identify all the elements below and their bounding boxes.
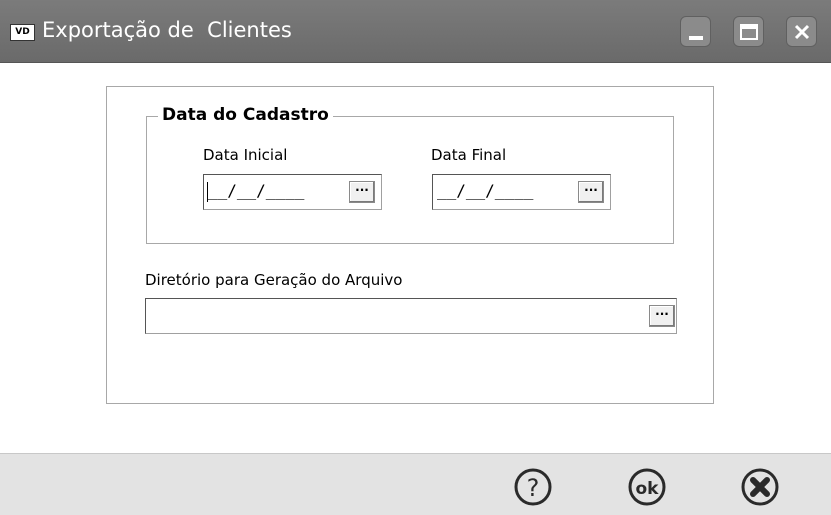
start-date-picker-button[interactable]: ···: [349, 181, 375, 203]
close-circle-icon: [741, 468, 779, 506]
app-icon: VD: [10, 24, 35, 41]
ok-icon: ok: [628, 468, 666, 506]
directory-picker-button[interactable]: ···: [649, 305, 675, 327]
close-window-button[interactable]: [786, 16, 817, 47]
minimize-icon: [689, 36, 703, 40]
close-icon: [794, 24, 810, 40]
directory-label: Diretório para Geração do Arquivo: [145, 271, 403, 289]
end-date-label: Data Final: [431, 146, 507, 164]
help-button[interactable]: ?: [513, 467, 553, 507]
maximize-icon: [740, 24, 758, 40]
cancel-button[interactable]: [740, 467, 780, 507]
start-date-value: __/__/____: [208, 181, 305, 200]
minimize-button[interactable]: [680, 16, 711, 47]
window-title: Exportação de Clientes: [42, 18, 292, 42]
title-bar: VD Exportação de Clientes: [0, 0, 831, 63]
help-icon: ?: [514, 468, 552, 506]
start-date-field[interactable]: __/__/____ ···: [203, 174, 382, 210]
end-date-picker-button[interactable]: ···: [578, 181, 604, 203]
directory-field[interactable]: ···: [145, 298, 677, 334]
maximize-button[interactable]: [733, 16, 764, 47]
ok-button[interactable]: ok: [627, 467, 667, 507]
help-label: ?: [527, 474, 540, 502]
group-title: Data do Cadastro: [158, 105, 333, 125]
ok-label: ok: [636, 479, 660, 499]
start-date-label: Data Inicial: [203, 146, 288, 164]
end-date-field[interactable]: __/__/____ ···: [432, 174, 611, 210]
footer-bar: [0, 453, 831, 515]
end-date-value: __/__/____: [437, 181, 534, 200]
